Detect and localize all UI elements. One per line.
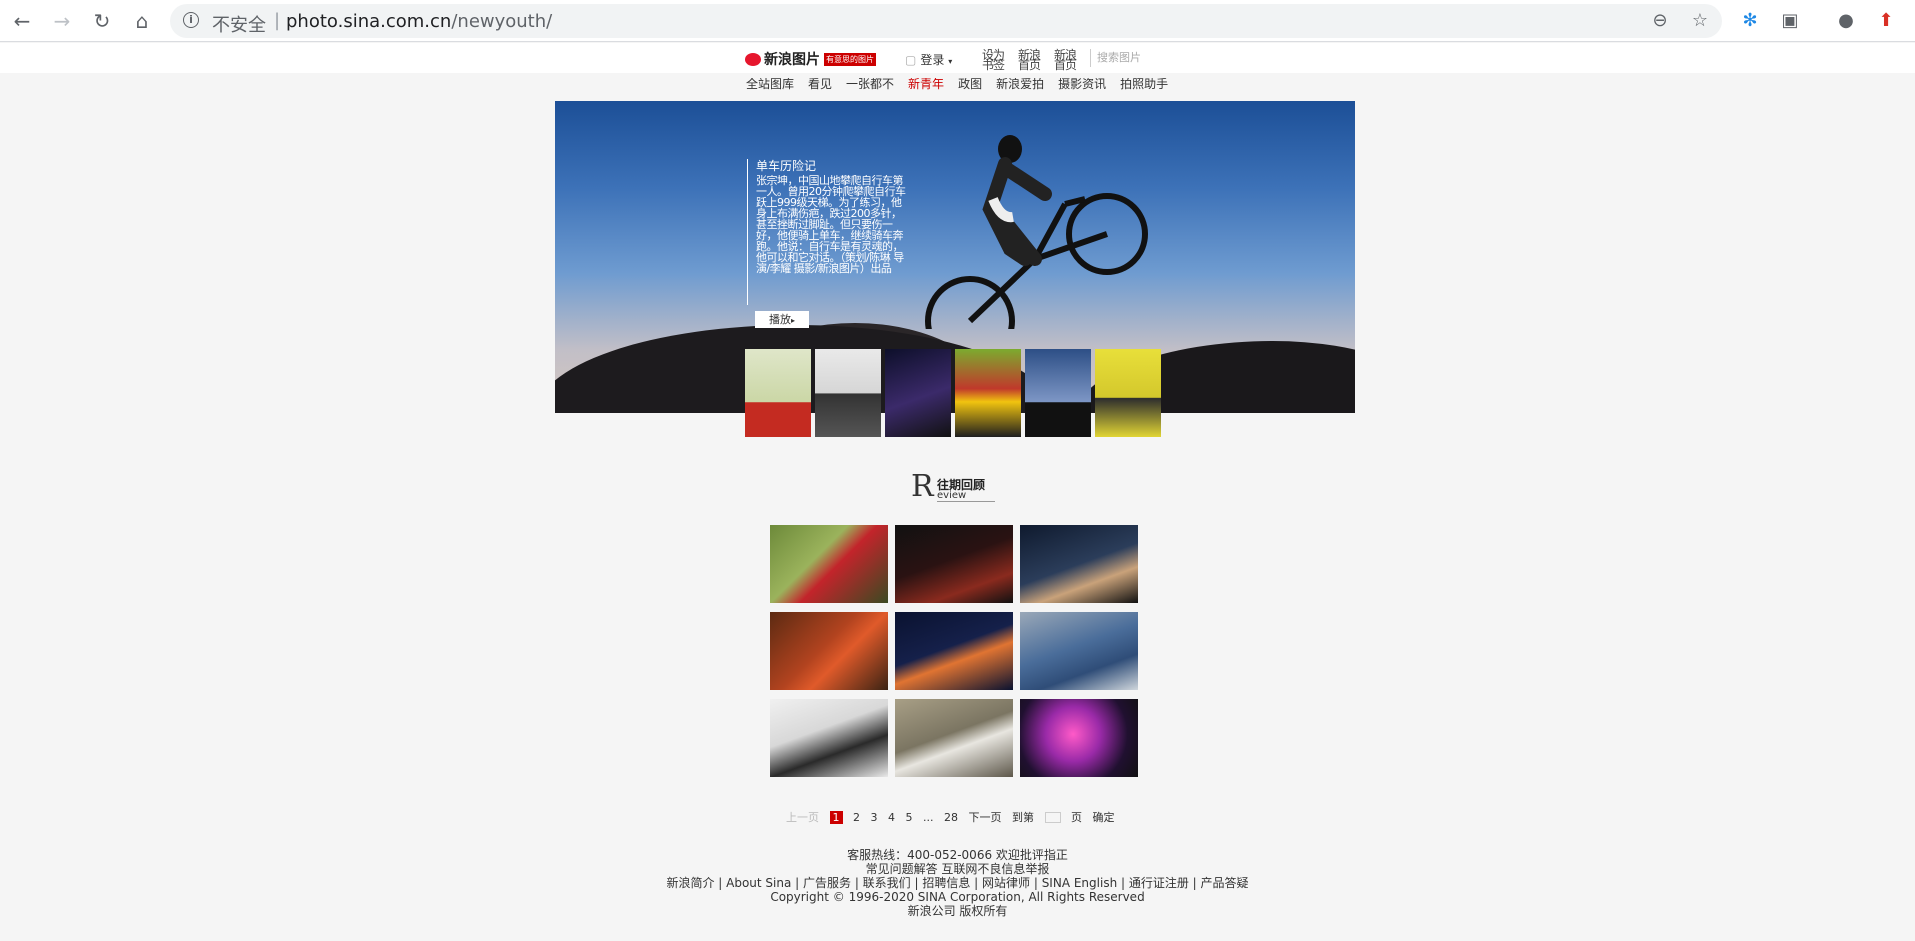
nav-item[interactable]: 全站图库 — [746, 78, 794, 90]
user-icon: ▢ — [905, 53, 917, 67]
footer-links[interactable]: 新浪简介 | About Sina | 广告服务 | 联系我们 | 招聘信息 |… — [0, 876, 1915, 890]
review-thumbnail[interactable] — [770, 612, 888, 690]
review-grid — [770, 525, 1140, 777]
nav-item-current[interactable]: 新青年 — [908, 78, 944, 90]
play-icon: ▸ — [790, 316, 795, 325]
play-button[interactable]: 播放▸ — [755, 311, 809, 328]
review-thumbnail[interactable] — [1020, 699, 1138, 777]
review-thumbnail[interactable] — [1020, 612, 1138, 690]
review-subtitle: eview — [937, 490, 995, 502]
episode-thumbnails — [745, 349, 1161, 437]
address-separator: | — [274, 10, 281, 31]
bookmark-star-icon[interactable]: ☆ — [1689, 10, 1711, 32]
hero-description: 张宗坤，中国山地攀爬自行车第一人。曾用20分钟爬攀爬自行车跃上999级天梯。为了… — [756, 175, 906, 275]
footer-company: 新浪公司 版权所有 — [907, 904, 1008, 918]
browser-toolbar: ← → ↻ ⌂ i 不安全 | photo.sina.com.cn/newyou… — [0, 0, 1915, 42]
page-link[interactable]: 4 — [888, 811, 895, 824]
reload-icon[interactable]: ↻ — [90, 9, 114, 33]
url-path: /newyouth/ — [451, 11, 553, 32]
page-link-current[interactable]: 1 — [829, 811, 843, 824]
search-input[interactable]: 搜索图片 — [1090, 49, 1160, 67]
bmx-rider-image — [925, 135, 1148, 329]
profile-icon[interactable]: ● — [1834, 9, 1858, 33]
pagination: 上一页 1 2 3 4 5 ... 28 下一页 到第 页 确定 — [786, 809, 1122, 825]
episode-thumbnail[interactable] — [1095, 349, 1161, 437]
episode-thumbnail[interactable] — [815, 349, 881, 437]
play-label: 播放 — [768, 313, 791, 326]
episode-thumbnail[interactable] — [885, 349, 951, 437]
nav-item[interactable]: 政图 — [958, 78, 982, 90]
footer-hotline: 客服热线：400-052-0066 欢迎批评指正 — [847, 848, 1068, 862]
page-link[interactable]: 3 — [871, 811, 878, 824]
url-host: photo.sina.com.cn — [286, 11, 452, 32]
page-number-input[interactable] — [1044, 812, 1061, 823]
back-icon[interactable]: ← — [10, 9, 34, 33]
tab-search-icon[interactable]: ▣ — [1778, 9, 1802, 33]
sina-photo-logo[interactable]: 新浪图片 有意思的图片 — [745, 49, 876, 69]
security-label: 不安全 — [212, 15, 266, 36]
home-icon[interactable]: ⌂ — [130, 9, 154, 33]
update-icon[interactable]: ⬆ — [1874, 9, 1898, 33]
channel-nav: 全站图库 看见 一张都不 新青年 政图 新浪爱拍 摄影资讯 拍照助手 — [746, 78, 1182, 90]
footer-copyright: Copyright © 1996-2020 SINA Corporation, … — [770, 890, 1145, 904]
hero-title[interactable]: 单车历险记 — [756, 159, 907, 173]
forward-icon[interactable]: → — [50, 9, 74, 33]
extension-icon[interactable]: ✻ — [1738, 9, 1762, 33]
review-heading: R 往期回顾 eview — [911, 472, 1011, 502]
nav-item[interactable]: 拍照助手 — [1120, 78, 1168, 90]
logo-text: 新浪图片 — [764, 52, 820, 68]
nav-item[interactable]: 看见 — [808, 78, 832, 90]
episode-thumbnail[interactable] — [955, 349, 1021, 437]
login-label: 登录 — [920, 53, 945, 67]
next-page-button[interactable]: 下一页 — [969, 811, 1002, 824]
sina-eye-icon — [745, 53, 761, 66]
confirm-button[interactable]: 确定 — [1093, 811, 1115, 824]
review-thumbnail[interactable] — [770, 699, 888, 777]
url-text[interactable]: photo.sina.com.cn/newyouth/ — [286, 11, 552, 32]
hero-caption: 单车历险记 张宗坤，中国山地攀爬自行车第一人。曾用20分钟爬攀爬自行车跃上999… — [747, 159, 907, 305]
review-thumbnail[interactable] — [895, 525, 1013, 603]
review-thumbnail[interactable] — [895, 612, 1013, 690]
page-ellipsis: ... — [923, 811, 934, 824]
page-link[interactable]: 28 — [944, 811, 958, 824]
sina-home-link-2[interactable]: 新浪首页 — [1054, 49, 1084, 71]
site-footer: 客服热线：400-052-0066 欢迎批评指正 常见问题解答 互联网不良信息举… — [0, 848, 1915, 918]
site-topbar: 新浪图片 有意思的图片 ▢ 登录 ▾ 设为书签 新浪首页 新浪首页 搜索图片 — [0, 43, 1915, 73]
zoom-icon[interactable]: ⊖ — [1649, 10, 1671, 32]
prev-page-button[interactable]: 上一页 — [786, 811, 819, 824]
review-thumbnail[interactable] — [770, 525, 888, 603]
set-bookmark-link[interactable]: 设为书签 — [982, 49, 1012, 71]
episode-thumbnail[interactable] — [745, 349, 811, 437]
page-link[interactable]: 2 — [853, 811, 860, 824]
sina-home-link[interactable]: 新浪首页 — [1018, 49, 1048, 71]
nav-item[interactable]: 摄影资讯 — [1058, 78, 1106, 90]
login-button[interactable]: ▢ 登录 ▾ — [905, 51, 952, 68]
footer-help-links[interactable]: 常见问题解答 互联网不良信息举报 — [0, 862, 1915, 876]
episode-thumbnail[interactable] — [1025, 349, 1091, 437]
page-unit-label: 页 — [1071, 811, 1082, 824]
review-thumbnail[interactable] — [1020, 525, 1138, 603]
chevron-down-icon: ▾ — [948, 57, 953, 66]
review-letter: R — [911, 469, 934, 504]
review-thumbnail[interactable] — [895, 699, 1013, 777]
info-icon[interactable]: i — [183, 12, 199, 28]
address-bar[interactable]: i 不安全 | photo.sina.com.cn/newyouth/ ⊖ ☆ — [170, 4, 1722, 38]
logo-tag: 有意思的图片 — [824, 53, 876, 66]
nav-item[interactable]: 新浪爱拍 — [996, 78, 1044, 90]
page-link[interactable]: 5 — [906, 811, 913, 824]
goto-label: 到第 — [1012, 811, 1034, 824]
nav-item[interactable]: 一张都不 — [846, 78, 894, 90]
